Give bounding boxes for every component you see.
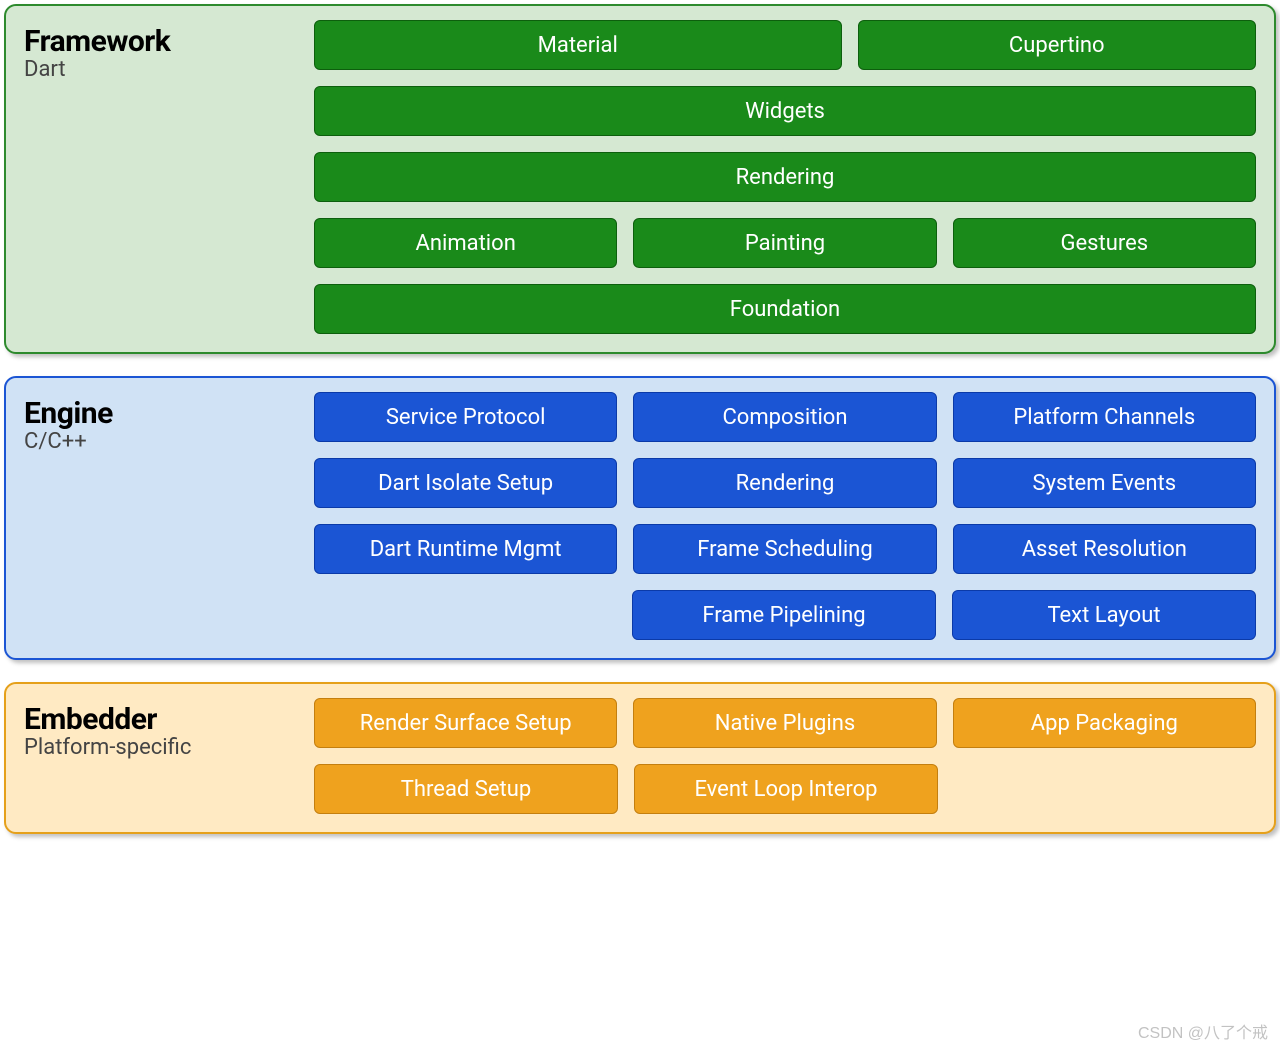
embedder-row-2: Thread Setup Event Loop Interop (314, 764, 1256, 814)
box-service-protocol: Service Protocol (314, 392, 617, 442)
box-frame-pipelining: Frame Pipelining (632, 590, 936, 640)
box-event-loop-interop: Event Loop Interop (634, 764, 938, 814)
engine-row-1: Service Protocol Composition Platform Ch… (314, 392, 1256, 442)
layer-engine-subtitle: C/C++ (24, 429, 294, 454)
box-render-surface-setup: Render Surface Setup (314, 698, 617, 748)
box-asset-resolution: Asset Resolution (953, 524, 1256, 574)
box-app-packaging: App Packaging (953, 698, 1256, 748)
box-text-layout: Text Layout (952, 590, 1256, 640)
layer-embedder-subtitle: Platform-specific (24, 735, 294, 760)
box-empty-embedder (954, 764, 1256, 814)
box-foundation: Foundation (314, 284, 1256, 334)
layer-embedder-content: Render Surface Setup Native Plugins App … (314, 698, 1256, 814)
framework-row-5: Foundation (314, 284, 1256, 334)
box-system-events: System Events (953, 458, 1256, 508)
engine-row-3: Dart Runtime Mgmt Frame Scheduling Asset… (314, 524, 1256, 574)
layer-engine-content: Service Protocol Composition Platform Ch… (314, 392, 1256, 640)
layer-embedder-title: Embedder (24, 702, 294, 737)
framework-row-1: Material Cupertino (314, 20, 1256, 70)
box-platform-channels: Platform Channels (953, 392, 1256, 442)
box-native-plugins: Native Plugins (633, 698, 936, 748)
layer-framework-subtitle: Dart (24, 57, 294, 82)
box-thread-setup: Thread Setup (314, 764, 618, 814)
box-rendering-engine: Rendering (633, 458, 936, 508)
box-cupertino: Cupertino (858, 20, 1256, 70)
layer-engine-header: Engine C/C++ (24, 392, 294, 640)
engine-row-2: Dart Isolate Setup Rendering System Even… (314, 458, 1256, 508)
box-rendering-fw: Rendering (314, 152, 1256, 202)
box-dart-runtime-mgmt: Dart Runtime Mgmt (314, 524, 617, 574)
framework-row-2: Widgets (314, 86, 1256, 136)
layer-engine: Engine C/C++ Service Protocol Compositio… (4, 376, 1276, 660)
layer-embedder: Embedder Platform-specific Render Surfac… (4, 682, 1276, 834)
box-gestures: Gestures (953, 218, 1256, 268)
layer-framework-header: Framework Dart (24, 20, 294, 334)
box-painting: Painting (633, 218, 936, 268)
watermark: CSDN @八了个戒 (1138, 1019, 1268, 1043)
box-material: Material (314, 20, 842, 70)
layer-framework: Framework Dart Material Cupertino Widget… (4, 4, 1276, 354)
box-frame-scheduling: Frame Scheduling (633, 524, 936, 574)
embedder-row-1: Render Surface Setup Native Plugins App … (314, 698, 1256, 748)
box-empty-engine (314, 590, 616, 640)
layer-framework-title: Framework (24, 24, 294, 59)
layer-framework-content: Material Cupertino Widgets Rendering Ani… (314, 20, 1256, 334)
box-animation: Animation (314, 218, 617, 268)
framework-row-4: Animation Painting Gestures (314, 218, 1256, 268)
engine-row-4: Frame Pipelining Text Layout (314, 590, 1256, 640)
framework-row-3: Rendering (314, 152, 1256, 202)
layer-embedder-header: Embedder Platform-specific (24, 698, 294, 814)
box-composition: Composition (633, 392, 936, 442)
box-dart-isolate-setup: Dart Isolate Setup (314, 458, 617, 508)
box-widgets: Widgets (314, 86, 1256, 136)
layer-engine-title: Engine (24, 396, 294, 431)
